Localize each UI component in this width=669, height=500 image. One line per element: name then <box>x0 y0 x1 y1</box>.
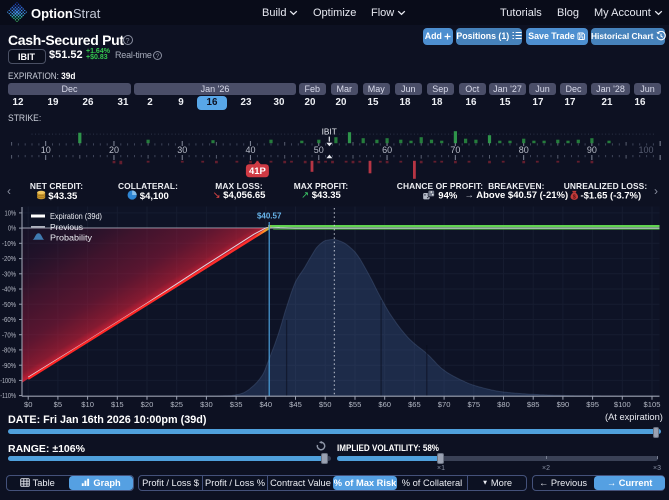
svg-text:$10: $10 <box>81 400 94 409</box>
svg-text:$40: $40 <box>259 400 272 409</box>
svg-text:$90: $90 <box>557 400 570 409</box>
svg-text:Previous: Previous <box>50 223 83 232</box>
svg-text:70: 70 <box>450 145 460 155</box>
svg-text:$85: $85 <box>527 400 540 409</box>
svg-text:$95: $95 <box>586 400 599 409</box>
svg-text:-50%: -50% <box>2 300 17 309</box>
svg-text:$60: $60 <box>378 400 391 409</box>
svg-text:$70: $70 <box>438 400 451 409</box>
svg-text:-100%: -100% <box>0 376 16 385</box>
svg-text:-10%: -10% <box>2 239 17 248</box>
svg-text:$105: $105 <box>644 400 661 409</box>
svg-text:$50: $50 <box>319 400 332 409</box>
svg-text:$30: $30 <box>200 400 213 409</box>
svg-text:-20%: -20% <box>2 254 17 263</box>
svg-text:20: 20 <box>109 145 119 155</box>
svg-text:30: 30 <box>177 145 187 155</box>
svg-text:50: 50 <box>314 145 324 155</box>
svg-text:10: 10 <box>41 145 51 155</box>
svg-text:90: 90 <box>587 145 597 155</box>
svg-text:$55: $55 <box>349 400 362 409</box>
svg-text:-80%: -80% <box>2 346 17 355</box>
svg-text:80: 80 <box>519 145 529 155</box>
svg-text:$100: $100 <box>614 400 631 409</box>
svg-text:Probability: Probability <box>50 234 93 243</box>
svg-text:$40.57: $40.57 <box>257 212 282 221</box>
svg-text:$15: $15 <box>111 400 124 409</box>
svg-text:10%: 10% <box>5 209 17 218</box>
svg-text:-70%: -70% <box>2 330 17 339</box>
svg-text:$0: $0 <box>24 400 32 409</box>
svg-text:-110%: -110% <box>0 391 16 400</box>
svg-text:60: 60 <box>382 145 392 155</box>
svg-text:100: 100 <box>638 145 653 155</box>
svg-text:-30%: -30% <box>2 269 17 278</box>
svg-text:$75: $75 <box>467 400 480 409</box>
svg-text:-90%: -90% <box>2 361 17 370</box>
svg-text:-60%: -60% <box>2 315 17 324</box>
svg-text:$25: $25 <box>170 400 183 409</box>
svg-text:40: 40 <box>245 145 255 155</box>
svg-text:41P: 41P <box>249 166 267 177</box>
svg-text:0%: 0% <box>8 224 16 233</box>
svg-text:$20: $20 <box>141 400 154 409</box>
svg-text:IBIT: IBIT <box>322 126 337 136</box>
svg-text:$65: $65 <box>408 400 421 409</box>
svg-text:$80: $80 <box>497 400 510 409</box>
svg-text:$35: $35 <box>230 400 243 409</box>
svg-text:$5: $5 <box>54 400 62 409</box>
svg-text:-40%: -40% <box>2 285 17 294</box>
svg-text:Expiration (39d): Expiration (39d) <box>50 212 102 221</box>
svg-text:$45: $45 <box>289 400 302 409</box>
